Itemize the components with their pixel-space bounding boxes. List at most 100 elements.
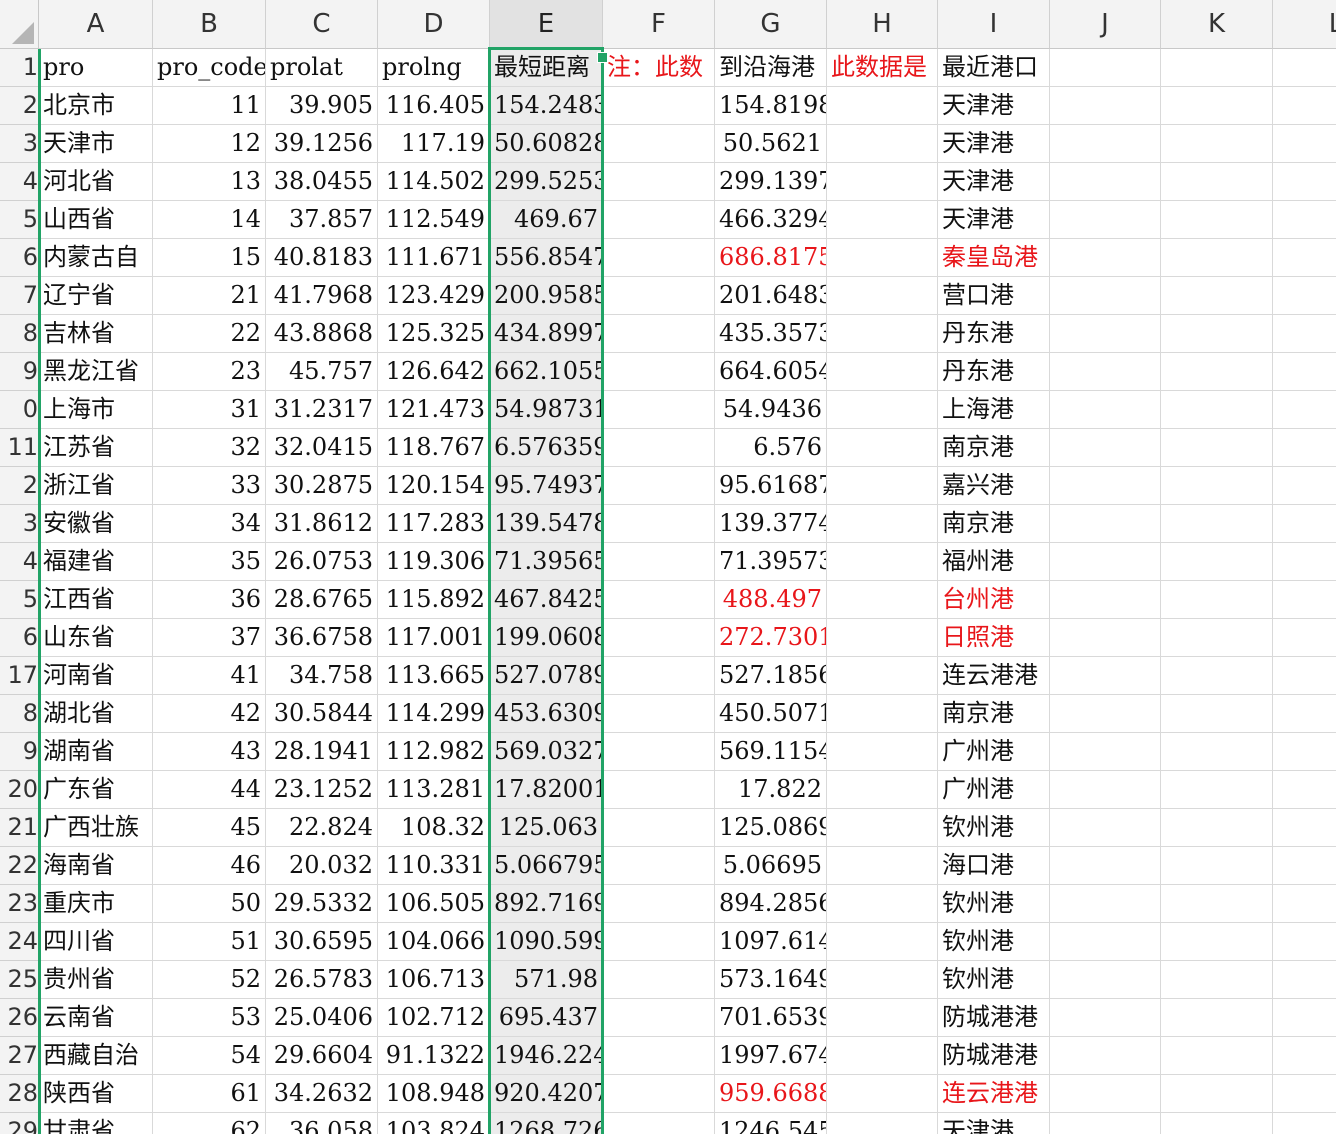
row-header[interactable]: 1 — [0, 49, 39, 87]
table-cell[interactable]: 20.032 — [266, 847, 378, 885]
table-cell[interactable]: 125.325 — [378, 315, 490, 353]
row-header[interactable]: 4 — [0, 543, 39, 581]
table-cell[interactable]: 39.905 — [266, 87, 378, 125]
table-cell[interactable] — [1161, 505, 1273, 543]
table-cell[interactable]: 台州港 — [938, 581, 1050, 619]
table-cell[interactable] — [1161, 619, 1273, 657]
table-cell[interactable]: 139.5478 — [490, 505, 603, 543]
table-cell[interactable]: 61 — [153, 1075, 266, 1113]
table-cell[interactable] — [1161, 847, 1273, 885]
table-cell[interactable]: 17.822 — [715, 771, 827, 809]
table-cell[interactable]: 112.549 — [378, 201, 490, 239]
table-cell[interactable]: 河南省 — [39, 657, 153, 695]
table-cell[interactable]: 200.9585 — [490, 277, 603, 315]
table-cell[interactable]: 33 — [153, 467, 266, 505]
table-cell[interactable] — [1273, 163, 1336, 201]
table-cell[interactable] — [827, 543, 938, 581]
table-cell[interactable] — [827, 771, 938, 809]
table-cell[interactable] — [1050, 657, 1161, 695]
table-cell[interactable]: 527.1856 — [715, 657, 827, 695]
table-cell[interactable]: 695.437 — [490, 999, 603, 1037]
table-cell[interactable]: 21 — [153, 277, 266, 315]
table-cell[interactable] — [1161, 429, 1273, 467]
table-cell[interactable] — [1050, 505, 1161, 543]
table-cell[interactable] — [1050, 125, 1161, 163]
table-cell[interactable]: 天津市 — [39, 125, 153, 163]
table-cell[interactable] — [603, 771, 715, 809]
header-cell[interactable] — [1273, 49, 1336, 87]
table-cell[interactable] — [1273, 315, 1336, 353]
table-cell[interactable] — [827, 87, 938, 125]
table-cell[interactable]: 1946.224 — [490, 1037, 603, 1075]
table-cell[interactable]: 116.405 — [378, 87, 490, 125]
table-cell[interactable] — [1273, 87, 1336, 125]
table-cell[interactable] — [603, 467, 715, 505]
table-cell[interactable] — [1273, 733, 1336, 771]
table-cell[interactable] — [603, 619, 715, 657]
table-cell[interactable] — [1161, 391, 1273, 429]
table-cell[interactable]: 连云港港 — [938, 657, 1050, 695]
table-cell[interactable]: 四川省 — [39, 923, 153, 961]
table-cell[interactable] — [1050, 923, 1161, 961]
table-cell[interactable] — [1161, 1075, 1273, 1113]
row-header[interactable]: 0 — [0, 391, 39, 429]
table-cell[interactable] — [1050, 467, 1161, 505]
column-header-f[interactable]: F — [603, 0, 715, 49]
table-cell[interactable]: 营口港 — [938, 277, 1050, 315]
table-cell[interactable] — [1161, 695, 1273, 733]
table-cell[interactable]: 安徽省 — [39, 505, 153, 543]
row-header[interactable]: 9 — [0, 353, 39, 391]
table-cell[interactable] — [827, 733, 938, 771]
table-cell[interactable]: 43.8868 — [266, 315, 378, 353]
table-cell[interactable] — [1050, 733, 1161, 771]
table-cell[interactable]: 31 — [153, 391, 266, 429]
row-header[interactable]: 17 — [0, 657, 39, 695]
table-cell[interactable]: 103.824 — [378, 1113, 490, 1134]
table-cell[interactable] — [603, 353, 715, 391]
row-header[interactable]: 2 — [0, 467, 39, 505]
table-cell[interactable] — [1273, 353, 1336, 391]
header-cell[interactable]: prolat — [266, 49, 378, 87]
table-cell[interactable]: 广州港 — [938, 733, 1050, 771]
table-cell[interactable] — [603, 201, 715, 239]
table-cell[interactable] — [603, 695, 715, 733]
table-cell[interactable]: 22.824 — [266, 809, 378, 847]
table-cell[interactable] — [603, 429, 715, 467]
table-cell[interactable]: 1246.545 — [715, 1113, 827, 1134]
table-cell[interactable]: 丹东港 — [938, 353, 1050, 391]
table-cell[interactable]: 1268.726 — [490, 1113, 603, 1134]
table-cell[interactable]: 38.0455 — [266, 163, 378, 201]
table-cell[interactable]: 山东省 — [39, 619, 153, 657]
table-cell[interactable]: 201.6483 — [715, 277, 827, 315]
table-cell[interactable] — [1161, 961, 1273, 999]
table-cell[interactable]: 450.5071 — [715, 695, 827, 733]
table-cell[interactable]: 115.892 — [378, 581, 490, 619]
table-cell[interactable] — [1161, 1037, 1273, 1075]
table-cell[interactable] — [1161, 87, 1273, 125]
table-cell[interactable] — [1161, 543, 1273, 581]
table-cell[interactable]: 45 — [153, 809, 266, 847]
table-cell[interactable]: 54.98731 — [490, 391, 603, 429]
table-cell[interactable] — [603, 809, 715, 847]
table-cell[interactable]: 31.8612 — [266, 505, 378, 543]
table-cell[interactable] — [1273, 771, 1336, 809]
table-cell[interactable] — [1273, 467, 1336, 505]
header-cell[interactable] — [1161, 49, 1273, 87]
table-cell[interactable] — [1161, 809, 1273, 847]
table-cell[interactable] — [1050, 391, 1161, 429]
table-cell[interactable] — [827, 961, 938, 999]
table-cell[interactable]: 959.6688 — [715, 1075, 827, 1113]
table-cell[interactable] — [1050, 543, 1161, 581]
table-cell[interactable] — [1050, 695, 1161, 733]
table-cell[interactable]: 569.1154 — [715, 733, 827, 771]
column-header-b[interactable]: B — [153, 0, 266, 49]
table-cell[interactable] — [1273, 125, 1336, 163]
column-header-h[interactable]: H — [827, 0, 938, 49]
table-cell[interactable]: 26.5783 — [266, 961, 378, 999]
table-cell[interactable]: 丹东港 — [938, 315, 1050, 353]
table-cell[interactable]: 110.331 — [378, 847, 490, 885]
table-cell[interactable] — [1050, 201, 1161, 239]
table-cell[interactable]: 154.2483 — [490, 87, 603, 125]
row-header[interactable]: 11 — [0, 429, 39, 467]
table-cell[interactable]: 29.5332 — [266, 885, 378, 923]
